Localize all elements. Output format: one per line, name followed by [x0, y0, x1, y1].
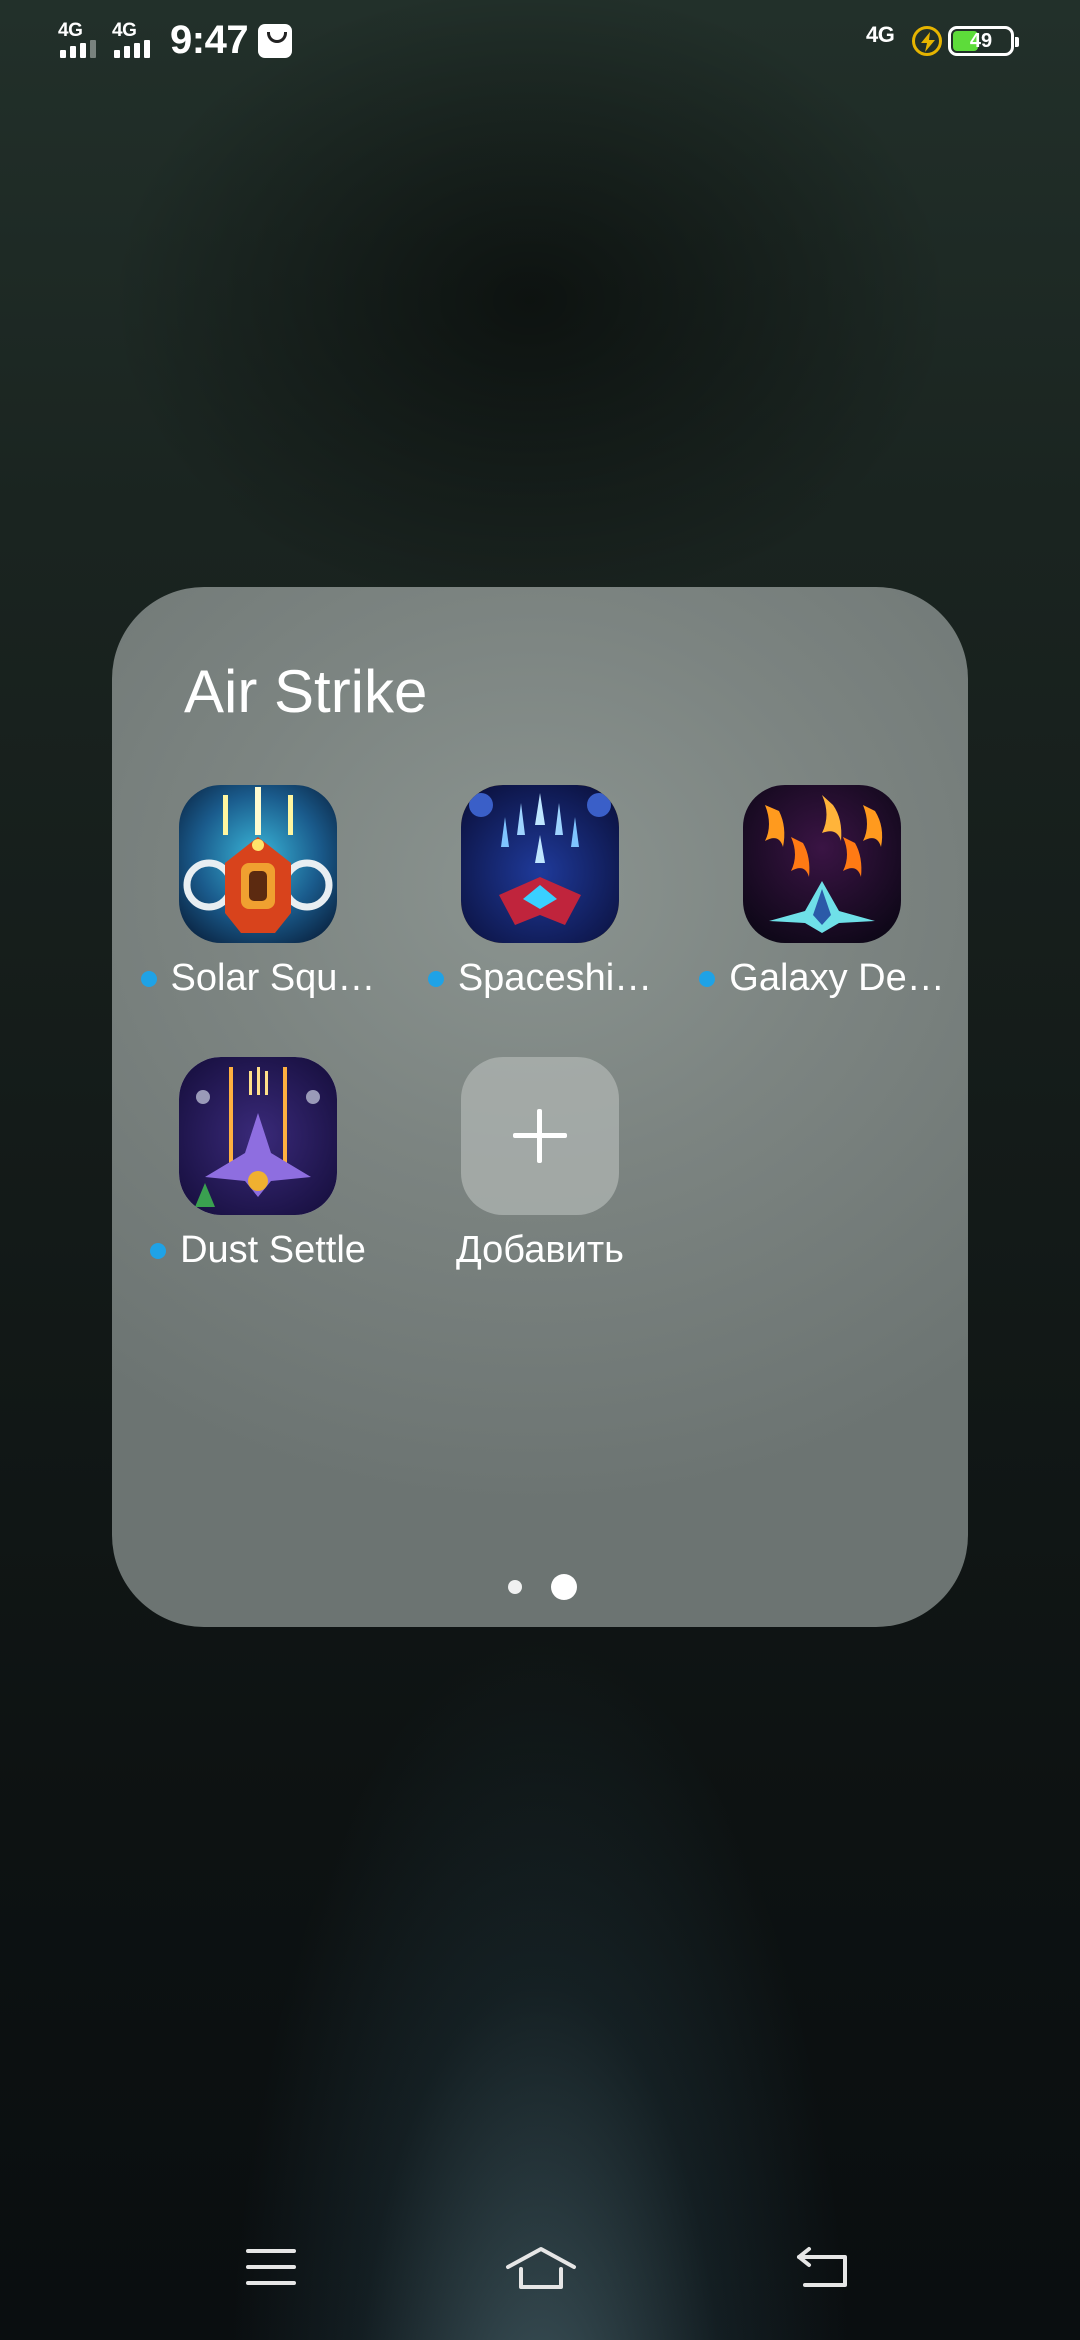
sim2-signal-bars-icon	[112, 40, 160, 58]
back-icon[interactable]	[795, 2245, 851, 2294]
data-network-type: 4G	[866, 22, 895, 47]
solar-squad-app-icon[interactable]	[179, 785, 337, 943]
add-app-button[interactable]: Добавить	[415, 1057, 665, 1272]
status-bar: 4G 4G 9:47 4G 49	[0, 0, 1080, 84]
app-galaxy-defense[interactable]: Galaxy De…	[697, 785, 947, 1000]
folder-title[interactable]: Air Strike	[184, 657, 427, 726]
add-label-row: Добавить	[415, 1229, 665, 1272]
sim2-signal: 4G	[112, 20, 160, 58]
sim2-network-type: 4G	[112, 20, 137, 41]
app-dust-settle[interactable]: Dust Settle	[133, 1057, 383, 1272]
battery-percent: 49	[969, 30, 993, 52]
app-label-row: Spaceshi…	[415, 957, 665, 1000]
new-app-indicator	[140, 970, 157, 987]
home-icon[interactable]	[505, 2245, 577, 2298]
battery-icon: 49	[948, 26, 1019, 56]
app-spaceship[interactable]: Spaceshi…	[415, 785, 665, 1000]
app-label: Dust Settle	[180, 1229, 366, 1271]
app-folder: Air Strike Solar Squ… Spaceshi… Galaxy D…	[112, 587, 968, 1627]
menu-icon[interactable]	[246, 2245, 296, 2294]
app-label-row: Galaxy De…	[697, 957, 947, 1000]
bolt-icon	[912, 26, 942, 56]
app-solar-squad[interactable]: Solar Squ…	[133, 785, 383, 1000]
app-label: Spaceshi…	[457, 957, 653, 999]
add-app-label: Добавить	[456, 1229, 624, 1271]
dust-settle-app-icon[interactable]	[179, 1057, 337, 1215]
plus-icon[interactable]	[461, 1057, 619, 1215]
new-app-indicator	[427, 970, 444, 987]
sim1-network-type: 4G	[58, 20, 83, 41]
clock: 9:47	[170, 18, 249, 62]
shopping-bag-icon	[258, 24, 292, 58]
app-label: Galaxy De…	[729, 957, 945, 999]
page-indicator	[112, 1571, 968, 1601]
sim1-signal-bars-icon	[58, 40, 106, 58]
page-dot-1[interactable]	[508, 1580, 522, 1594]
app-label: Solar Squ…	[170, 957, 376, 999]
app-label-row: Dust Settle	[133, 1229, 383, 1272]
new-app-indicator	[699, 970, 716, 987]
spaceship-app-icon[interactable]	[461, 785, 619, 943]
sim1-signal: 4G	[58, 20, 106, 58]
app-label-row: Solar Squ…	[133, 957, 383, 1000]
new-app-indicator	[150, 1242, 167, 1259]
page-dot-2-active[interactable]	[551, 1574, 577, 1600]
galaxy-defense-app-icon[interactable]	[743, 785, 901, 943]
